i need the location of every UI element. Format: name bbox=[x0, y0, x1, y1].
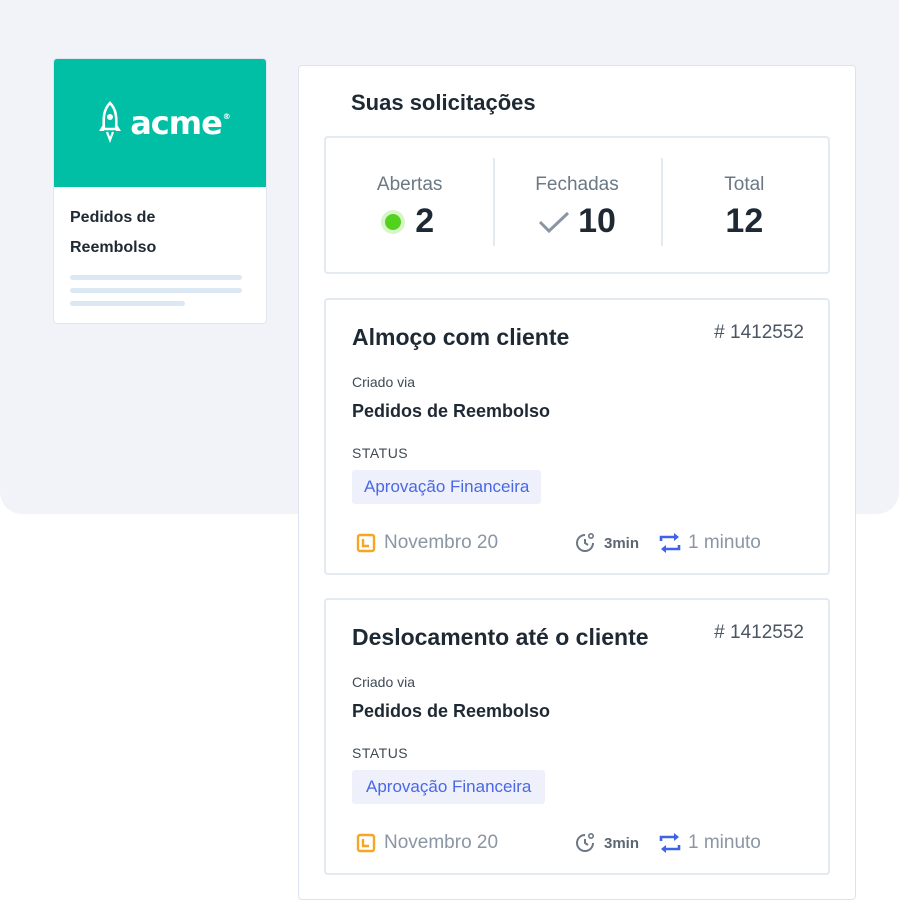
timer-icon bbox=[574, 832, 596, 854]
stats-summary: Abertas 2 Fechadas 10 Total 12 bbox=[324, 136, 830, 274]
request-footer: Novembro 20 3min 1 minuto bbox=[352, 532, 804, 556]
request-footer: Novembro 20 3min 1 minuto bbox=[352, 832, 804, 856]
stat-total-label: Total bbox=[724, 174, 765, 195]
request-id: # 1412552 bbox=[714, 322, 804, 343]
green-dot-icon bbox=[385, 213, 402, 230]
stat-total-value: 12 bbox=[725, 202, 764, 240]
status-label: STATUS bbox=[352, 745, 409, 761]
request-id: # 1412552 bbox=[714, 622, 804, 643]
stat-closed-value: 10 bbox=[578, 202, 616, 240]
status-badge: Aprovação Financeira bbox=[352, 470, 542, 504]
sync-icon bbox=[658, 532, 682, 554]
request-date-text: Novembro 20 bbox=[384, 532, 499, 553]
created-via-label: Criado via bbox=[352, 674, 416, 690]
request-duration: 3min bbox=[574, 832, 639, 854]
request-date-text: Novembro 20 bbox=[384, 832, 499, 853]
request-update: 1 minuto bbox=[658, 832, 761, 854]
requests-panel: Suas solicitações Abertas 2 Fechadas 10 … bbox=[298, 65, 856, 900]
request-date: Novembro 20 bbox=[356, 832, 498, 854]
brand-header: acme ® bbox=[54, 59, 266, 187]
stat-closed-label: Fechadas bbox=[535, 174, 619, 195]
timer-icon bbox=[574, 532, 596, 554]
stat-total[interactable]: Total 12 bbox=[660, 138, 828, 272]
status-badge: Aprovação Financeira bbox=[352, 770, 546, 804]
request-duration-text: 3min bbox=[604, 834, 640, 852]
request-card[interactable]: Deslocamento até o cliente # 1412552 Cri… bbox=[324, 598, 830, 875]
created-via-label: Criado via bbox=[352, 374, 416, 390]
stat-closed[interactable]: Fechadas 10 bbox=[493, 138, 660, 272]
checkmark-icon bbox=[538, 210, 570, 234]
created-via-value: Pedidos de Reembolso bbox=[352, 401, 551, 421]
status-label: STATUS bbox=[352, 445, 409, 461]
stat-open[interactable]: Abertas 2 bbox=[326, 138, 493, 272]
request-duration-text: 3min bbox=[604, 534, 640, 552]
app-card[interactable]: acme ® Pedidos de Reembolso bbox=[53, 58, 267, 324]
page-title: Suas solicitações bbox=[351, 90, 536, 115]
request-title: Deslocamento até o cliente bbox=[352, 624, 649, 650]
request-title: Almoço com cliente bbox=[352, 324, 570, 350]
request-update: 1 minuto bbox=[658, 532, 761, 554]
sync-icon bbox=[658, 832, 682, 854]
calendar-icon bbox=[356, 533, 376, 553]
request-update-text: 1 minuto bbox=[688, 832, 761, 853]
app-card-title: Pedidos de Reembolso bbox=[70, 209, 157, 256]
created-via-value: Pedidos de Reembolso bbox=[352, 701, 551, 721]
rocket-icon bbox=[98, 101, 122, 145]
stat-open-value: 2 bbox=[415, 202, 435, 240]
placeholder-lines bbox=[70, 275, 250, 306]
request-card[interactable]: Almoço com cliente # 1412552 Criado via … bbox=[324, 298, 830, 575]
request-update-text: 1 minuto bbox=[688, 532, 761, 553]
calendar-icon bbox=[356, 833, 376, 853]
request-date: Novembro 20 bbox=[356, 532, 498, 554]
brand-logo: acme ® bbox=[130, 104, 231, 142]
request-duration: 3min bbox=[574, 532, 639, 554]
stat-open-label: Abertas bbox=[376, 174, 443, 195]
